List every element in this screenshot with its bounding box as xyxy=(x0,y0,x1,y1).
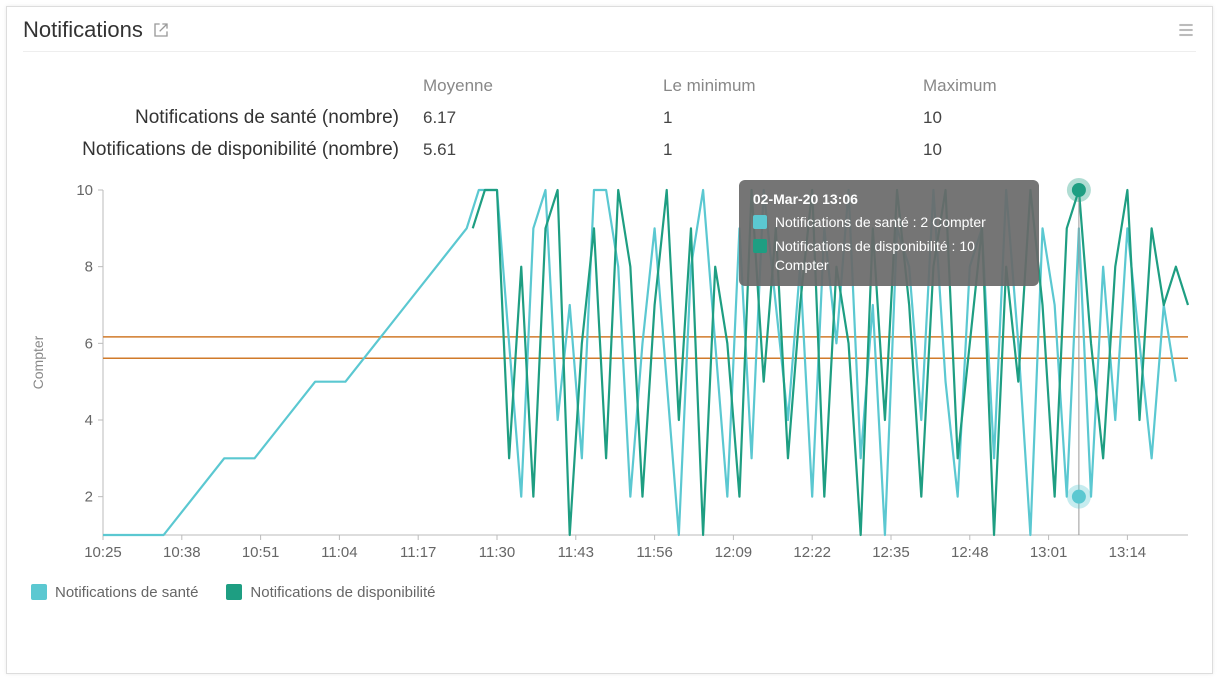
svg-text:10:25: 10:25 xyxy=(84,544,122,561)
panel-title: Notifications xyxy=(23,17,143,43)
svg-text:4: 4 xyxy=(85,412,93,429)
stats-table: Moyenne Le minimum Maximum Notifications… xyxy=(23,70,1196,166)
stats-row: Notifications de disponibilité (nombre) … xyxy=(23,134,1196,166)
svg-text:10:38: 10:38 xyxy=(163,544,201,561)
stats-row: Notifications de santé (nombre) 6.17 1 1… xyxy=(23,102,1196,134)
chart-area[interactable]: 2 4 6 8 10 10:25 10:38 10:51 11:04 11:17 11:30 11:4… xyxy=(23,170,1196,570)
legend-label: Notifications de disponibilité xyxy=(250,584,435,601)
svg-text:11:43: 11:43 xyxy=(558,544,594,561)
stats-header-row: Moyenne Le minimum Maximum xyxy=(23,70,1196,102)
tooltip-timestamp: 02-Mar-20 13:06 xyxy=(753,190,1025,210)
tooltip-swatch-dispo xyxy=(753,239,767,253)
popout-icon[interactable] xyxy=(153,22,169,38)
svg-text:2: 2 xyxy=(85,488,93,505)
stats-val-max: 10 xyxy=(923,140,1123,160)
legend-swatch xyxy=(31,584,47,600)
svg-text:11:56: 11:56 xyxy=(636,544,672,561)
col-min: Le minimum xyxy=(663,76,923,96)
stats-label: Notifications de disponibilité (nombre) xyxy=(23,138,423,162)
svg-text:12:09: 12:09 xyxy=(715,544,753,561)
tooltip-line-dispo: Notifications de disponibilité : 10 Comp… xyxy=(775,237,1025,276)
legend-item-dispo[interactable]: Notifications de disponibilité xyxy=(226,584,435,601)
col-max: Maximum xyxy=(923,76,1123,96)
tooltip-swatch-sante xyxy=(753,215,767,229)
svg-text:11:04: 11:04 xyxy=(321,544,357,561)
notifications-panel: Notifications Moyenne Le minimum Maximum… xyxy=(6,6,1213,674)
menu-icon[interactable] xyxy=(1176,20,1196,40)
svg-text:11:30: 11:30 xyxy=(479,544,515,561)
legend-swatch xyxy=(226,584,242,600)
tooltip-line-sante: Notifications de santé : 2 Compter xyxy=(775,213,986,233)
svg-text:13:01: 13:01 xyxy=(1030,544,1068,561)
svg-text:12:35: 12:35 xyxy=(872,544,910,561)
svg-text:11:17: 11:17 xyxy=(400,544,436,561)
stats-val-avg: 6.17 xyxy=(423,108,663,128)
panel-header: Notifications xyxy=(23,17,1196,52)
stats-val-min: 1 xyxy=(663,108,923,128)
col-avg: Moyenne xyxy=(423,76,663,96)
stats-val-min: 1 xyxy=(663,140,923,160)
chart-tooltip: 02-Mar-20 13:06 Notifications de santé :… xyxy=(739,180,1039,286)
svg-text:6: 6 xyxy=(85,335,93,352)
stats-val-max: 10 xyxy=(923,108,1123,128)
svg-text:10:51: 10:51 xyxy=(242,544,280,561)
legend-label: Notifications de santé xyxy=(55,584,198,601)
legend-item-sante[interactable]: Notifications de santé xyxy=(31,584,198,601)
chart-legend: Notifications de santé Notifications de … xyxy=(23,580,1196,605)
stats-val-avg: 5.61 xyxy=(423,140,663,160)
svg-text:12:48: 12:48 xyxy=(951,544,989,561)
svg-text:12:22: 12:22 xyxy=(793,544,831,561)
svg-text:10: 10 xyxy=(76,182,93,199)
svg-text:8: 8 xyxy=(85,258,93,275)
svg-text:Compter: Compter xyxy=(30,335,46,389)
svg-text:13:14: 13:14 xyxy=(1109,544,1147,561)
stats-label: Notifications de santé (nombre) xyxy=(23,106,423,130)
